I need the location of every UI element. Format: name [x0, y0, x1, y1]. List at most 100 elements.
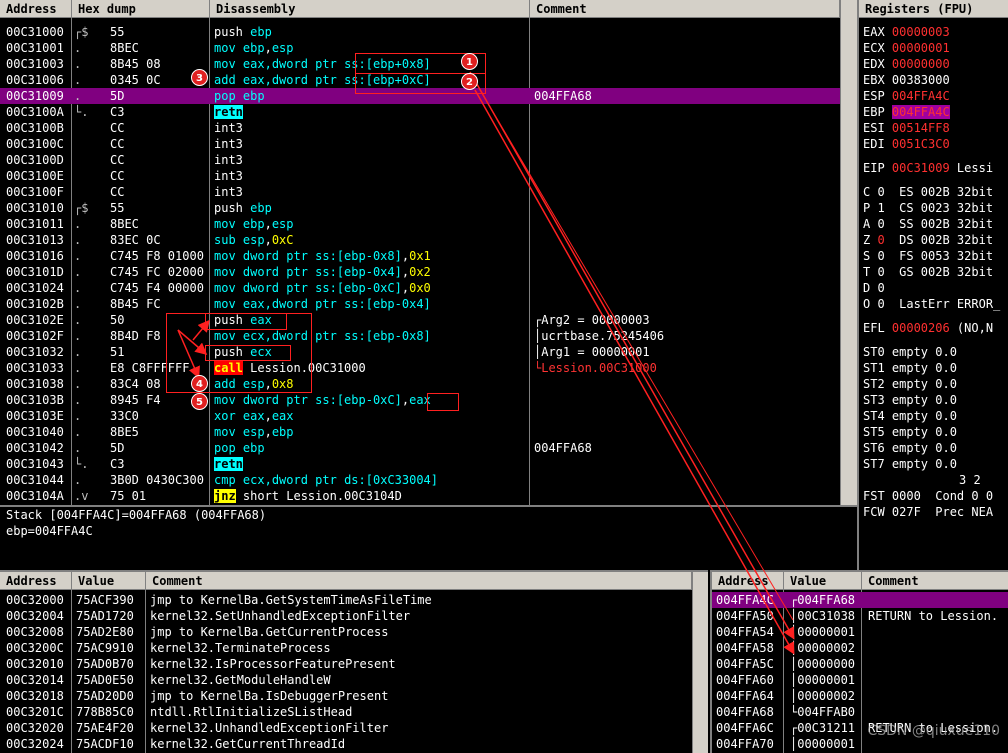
fpu-st4[interactable]: ST4 empty 0.0: [863, 408, 957, 424]
flag-value[interactable]: 0: [877, 185, 884, 199]
disasm-row[interactable]: 00C3100F CC int3: [0, 184, 840, 200]
disasm-row[interactable]: 00C31033. E8 C8FFFFFF call Lession.00C3100…: [0, 360, 840, 376]
fpu-fcw[interactable]: FCW 027F Prec NEA: [863, 504, 993, 520]
register-edx[interactable]: EDX 00000000: [863, 56, 950, 72]
dump-row[interactable]: 00C32008 75AD2E80 jmp to KernelBa.GetCurre…: [0, 624, 692, 640]
register-ebx[interactable]: EBX 00383000: [863, 72, 950, 88]
dump-row[interactable]: 00C32004 75AD1720 kernel32.SetUnhandledExc…: [0, 608, 692, 624]
col-header-address[interactable]: Address: [0, 0, 72, 18]
register-ecx[interactable]: ECX 00000001: [863, 40, 950, 56]
dump-row[interactable]: 00C32000 75ACF390 jmp to KernelBa.GetSyste…: [0, 592, 692, 608]
flag-row[interactable]: T 0 GS 002B 32bit: [863, 264, 993, 280]
disasm-row[interactable]: 00C3102F. 8B4D F8 mov ecx,dword ptr ss:[eb…: [0, 328, 840, 344]
fpu-st6[interactable]: ST6 empty 0.0: [863, 440, 957, 456]
disasm-row[interactable]: 00C31044. 3B0D 0430C300 cmp ecx,dword ptr …: [0, 472, 840, 488]
flag-value[interactable]: 0: [877, 249, 884, 263]
dump-row[interactable]: 00C32024 75ACDF10 kernel32.GetCurrentThrea…: [0, 736, 692, 752]
flag-row[interactable]: Z 0 DS 002B 32bit: [863, 232, 993, 248]
flag-row[interactable]: P 1 CS 0023 32bit: [863, 200, 993, 216]
dump-row[interactable]: 00C3201C 778B85C0 ntdll.RtlInitializeSList…: [0, 704, 692, 720]
disasm-row[interactable]: 00C3101D. C745 FC 02000 mov dword ptr ss:[…: [0, 264, 840, 280]
disasm-row[interactable]: 00C31013. 83EC 0C sub esp,0xC: [0, 232, 840, 248]
stack-col-comment[interactable]: Comment: [862, 572, 1008, 590]
stack-col-address[interactable]: Address: [712, 572, 784, 590]
col-header-comment[interactable]: Comment: [530, 0, 840, 18]
stack-row[interactable]: 004FFA58 │00000002: [712, 640, 1008, 656]
register-value[interactable]: 00000000: [892, 57, 950, 71]
register-value[interactable]: 00C31009: [892, 161, 950, 175]
register-value[interactable]: 004FFA4C: [891, 105, 950, 119]
dump-col-value[interactable]: Value: [72, 572, 146, 590]
register-ebp[interactable]: EBP 004FFA4C: [863, 104, 950, 120]
stack-row[interactable]: 004FFA50 │00C31038 RETURN to Lession.: [712, 608, 1008, 624]
register-efl[interactable]: EFL 00000206 (NO,N: [863, 320, 993, 336]
disasm-row[interactable]: 00C3100C CC int3: [0, 136, 840, 152]
flag-value[interactable]: 0: [877, 265, 884, 279]
register-value[interactable]: 0051C3C0: [892, 137, 950, 151]
disasm-row[interactable]: 00C3102E. 50 push eax ┌Arg2 = 00000003: [0, 312, 840, 328]
disasm-row[interactable]: 00C31032. 51 push ecx │Arg1 = 00000001: [0, 344, 840, 360]
dump-col-address[interactable]: Address: [0, 572, 72, 590]
stack-row[interactable]: 004FFA64 │00000002: [712, 688, 1008, 704]
dump-row[interactable]: 00C32018 75AD20D0 jmp to KernelBa.IsDebugg…: [0, 688, 692, 704]
disasm-row[interactable]: 00C3103B. 8945 F4 mov dword ptr ss:[ebp-0x…: [0, 392, 840, 408]
fpu-fst[interactable]: FST 0000 Cond 0 0: [863, 488, 993, 504]
flag-row[interactable]: D 0: [863, 280, 914, 296]
stack-row[interactable]: 004FFA60 │00000001: [712, 672, 1008, 688]
col-header-disassembly[interactable]: Disassembly: [210, 0, 530, 18]
dump-col-comment[interactable]: Comment: [146, 572, 692, 590]
disasm-row[interactable]: 00C31024. C745 F4 00000 mov dword ptr ss:[…: [0, 280, 840, 296]
disasm-row[interactable]: 00C31042. 5D pop ebp 004FFA68: [0, 440, 840, 456]
register-value[interactable]: 00514FF8: [892, 121, 950, 135]
dump-row[interactable]: 00C32010 75AD0B70 kernel32.IsProcessorFeat…: [0, 656, 692, 672]
dump-scrollbar[interactable]: [692, 572, 708, 753]
disasm-row[interactable]: 00C31000 ┌$ 55 push ebp: [0, 24, 840, 40]
register-value[interactable]: 00000001: [892, 41, 950, 55]
flag-row[interactable]: S 0 FS 0053 32bit: [863, 248, 993, 264]
disassembly-scrollbar[interactable]: [840, 0, 857, 505]
registers-pane[interactable]: Registers (FPU) EAX 00000003 ECX 00000001…: [857, 0, 1008, 570]
registers-header[interactable]: Registers (FPU): [859, 0, 1008, 18]
register-eip[interactable]: EIP 00C31009 Lessi: [863, 160, 993, 176]
fpu-st1[interactable]: ST1 empty 0.0: [863, 360, 957, 376]
stack-row[interactable]: 004FFA4C ┌004FFA68: [712, 592, 1008, 608]
disasm-row[interactable]: 00C31040. 8BE5 mov esp,ebp: [0, 424, 840, 440]
disasm-row[interactable]: 00C3100B CC int3: [0, 120, 840, 136]
flag-row[interactable]: O 0 LastErr ERROR_: [863, 296, 1008, 312]
col-header-hexdump[interactable]: Hex dump: [72, 0, 210, 18]
disasm-row[interactable]: 00C3100A └. C3 retn: [0, 104, 840, 120]
disasm-row[interactable]: 00C3100E CC int3: [0, 168, 840, 184]
disasm-row[interactable]: 00C31043 └. C3 retn: [0, 456, 840, 472]
disasm-row[interactable]: 00C3100D CC int3: [0, 152, 840, 168]
flag-row[interactable]: A 0 SS 002B 32bit: [863, 216, 993, 232]
fpu-st7[interactable]: ST7 empty 0.0: [863, 456, 957, 472]
register-edi[interactable]: EDI 0051C3C0: [863, 136, 950, 152]
dump-pane[interactable]: Address Value Comment 00C32000 75ACF390 jm…: [0, 570, 708, 753]
flag-value[interactable]: 1: [877, 201, 884, 215]
flag-value[interactable]: 0: [877, 297, 884, 311]
disassembly-list[interactable]: 00C31000 ┌$ 55 push ebp 00C31001. 8BEC mov ebp…: [0, 24, 840, 505]
stack-col-value[interactable]: Value: [784, 572, 862, 590]
registers-body[interactable]: EAX 00000003 ECX 00000001 EDX 00000000 EBX …: [859, 24, 1008, 564]
stack-row[interactable]: 004FFA68 └004FFAB0: [712, 704, 1008, 720]
flag-value[interactable]: 0: [877, 281, 884, 295]
disasm-row[interactable]: 00C3104A .v 75 01 jnz short Lession.00C3104…: [0, 488, 840, 504]
register-value[interactable]: 00000003: [892, 25, 950, 39]
disasm-row[interactable]: 00C3102B. 8B45 FC mov eax,dword ptr ss:[eb…: [0, 296, 840, 312]
fpu-st5[interactable]: ST5 empty 0.0: [863, 424, 957, 440]
register-value[interactable]: 00383000: [892, 73, 950, 87]
disasm-row[interactable]: 00C31038. 83C4 08 add esp,0x8: [0, 376, 840, 392]
register-esi[interactable]: ESI 00514FF8: [863, 120, 950, 136]
register-value[interactable]: 004FFA4C: [892, 89, 950, 103]
stack-row[interactable]: 004FFA54 │00000001: [712, 624, 1008, 640]
disasm-row[interactable]: 00C31011. 8BEC mov ebp,esp: [0, 216, 840, 232]
register-eax[interactable]: EAX 00000003: [863, 24, 950, 40]
flag-value[interactable]: 0: [877, 233, 884, 247]
flag-row[interactable]: C 0 ES 002B 32bit: [863, 184, 993, 200]
dump-row[interactable]: 00C32014 75AD0E50 kernel32.GetModuleHandle…: [0, 672, 692, 688]
disasm-row[interactable]: 00C31016. C745 F8 01000 mov dword ptr ss:[…: [0, 248, 840, 264]
disasm-row[interactable]: 00C3103E. 33C0 xor eax,eax: [0, 408, 840, 424]
dump-list[interactable]: 00C32000 75ACF390 jmp to KernelBa.GetSyste…: [0, 592, 692, 753]
register-esp[interactable]: ESP 004FFA4C: [863, 88, 950, 104]
dump-row[interactable]: 00C32020 75AE4F20 kernel32.UnhandledExcept…: [0, 720, 692, 736]
